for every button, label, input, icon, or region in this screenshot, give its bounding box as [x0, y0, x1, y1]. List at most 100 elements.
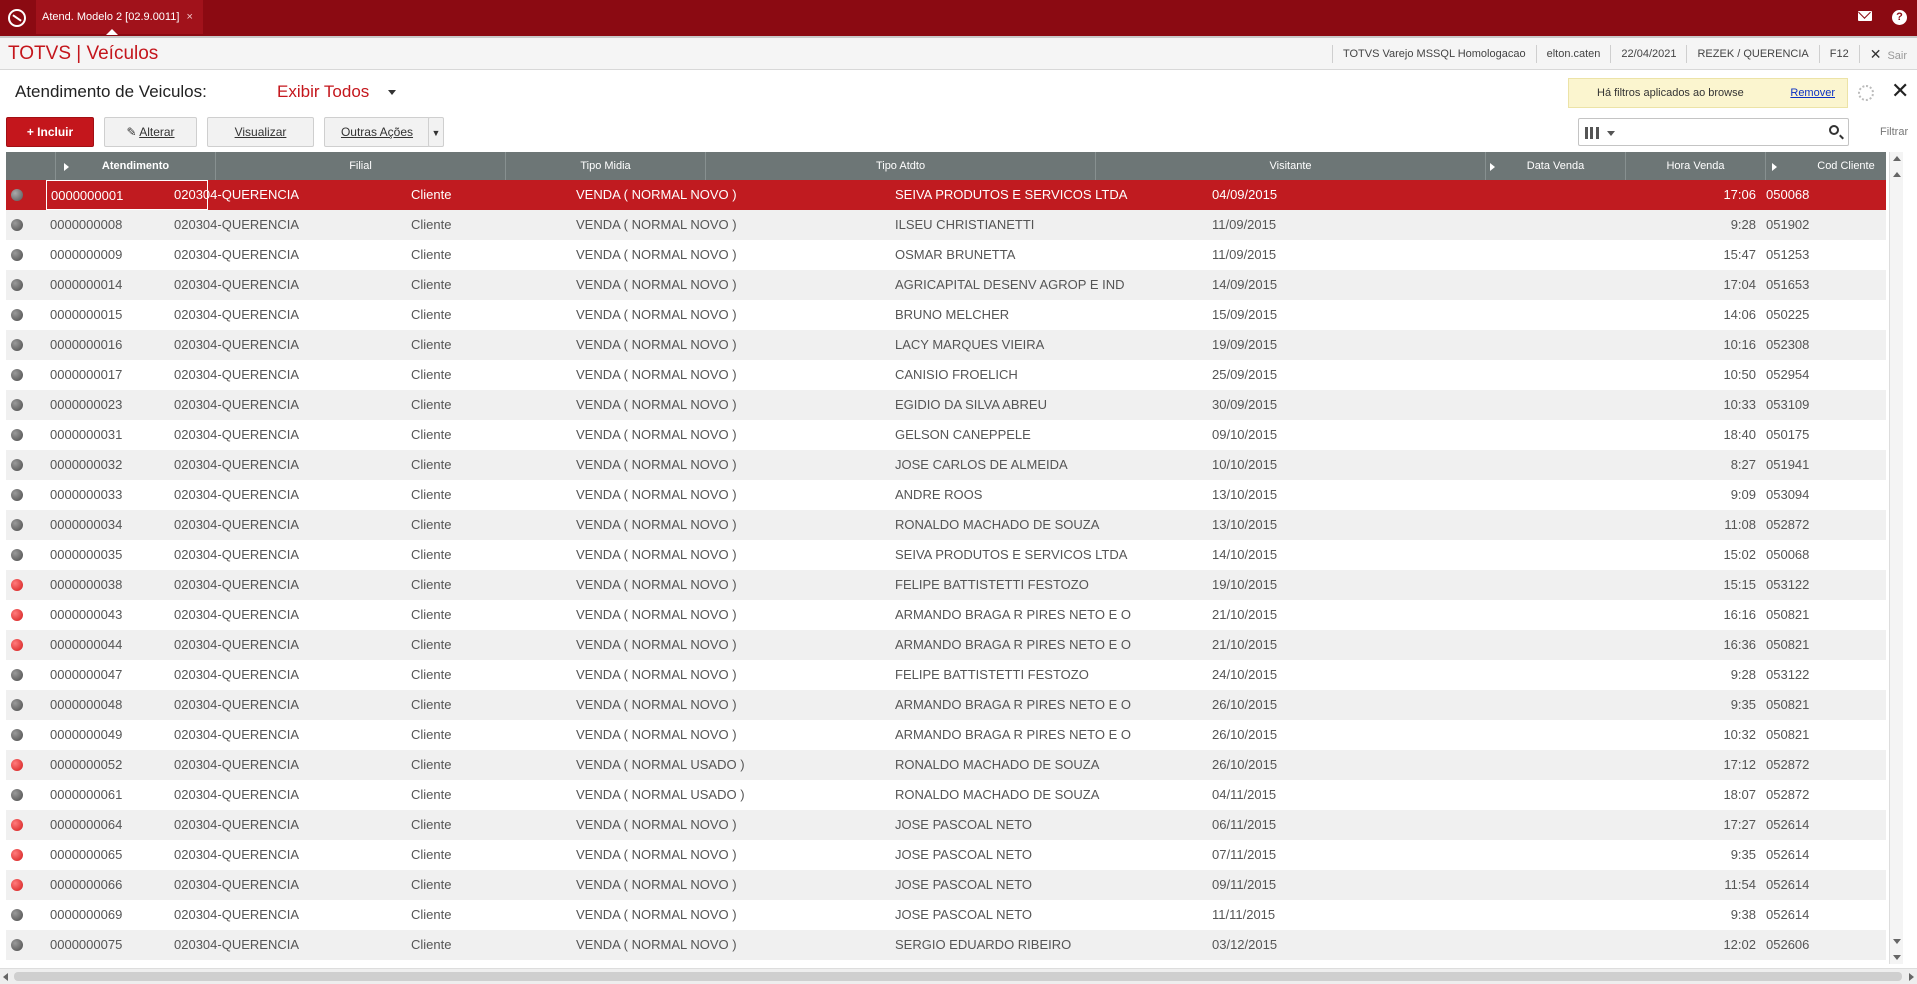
table-row[interactable]: 0000000017 020304-QUERENCIA Cliente VENDA (…: [6, 360, 1886, 390]
table-row[interactable]: 0000000031 020304-QUERENCIA Cliente VENDA (…: [6, 420, 1886, 450]
scroll-right-icon[interactable]: [1909, 973, 1914, 981]
table-row[interactable]: 0000000033 020304-QUERENCIA Cliente VENDA (…: [6, 480, 1886, 510]
cell-hora: 9:09: [1730, 487, 1756, 502]
vertical-scrollbar[interactable]: [1889, 152, 1903, 964]
cell-filial: 020304-QUERENCIA: [174, 277, 299, 292]
table-row[interactable]: 0000000069 020304-QUERENCIA Cliente VENDA (…: [6, 900, 1886, 930]
column-selector[interactable]: [1578, 118, 1618, 146]
cell-visitante: ARMANDO BRAGA R PIRES NETO E O: [895, 697, 1131, 712]
table-row[interactable]: 0000000064 020304-QUERENCIA Cliente VENDA (…: [6, 810, 1886, 840]
cell-visitante: ILSEU CHRISTIANETTI: [895, 217, 1035, 232]
table-row[interactable]: 0000000047 020304-QUERENCIA Cliente VENDA (…: [6, 660, 1886, 690]
scroll-page-down-icon[interactable]: [1893, 939, 1901, 944]
table-row[interactable]: 0000000038 020304-QUERENCIA Cliente VENDA (…: [6, 570, 1886, 600]
table-row[interactable]: 0000000065 020304-QUERENCIA Cliente VENDA (…: [6, 840, 1886, 870]
table-row[interactable]: 0000000049 020304-QUERENCIA Cliente VENDA (…: [6, 720, 1886, 750]
search-icon[interactable]: [1829, 125, 1839, 135]
table-row[interactable]: 0000000035 020304-QUERENCIA Cliente VENDA (…: [6, 540, 1886, 570]
more-actions-dropdown[interactable]: ▼: [428, 117, 444, 147]
gear-icon[interactable]: [1858, 85, 1874, 101]
chevron-down-icon[interactable]: [388, 90, 396, 95]
scroll-page-up-icon[interactable]: [1893, 172, 1901, 177]
table-row[interactable]: 0000000052 020304-QUERENCIA Cliente VENDA (…: [6, 750, 1886, 780]
help-icon[interactable]: ?: [1892, 10, 1907, 25]
mail-icon[interactable]: [1858, 11, 1872, 21]
scroll-up-icon[interactable]: [1893, 156, 1901, 161]
chevron-down-icon: [1607, 131, 1615, 136]
cell-hora: 16:16: [1723, 607, 1756, 622]
column-tipo-midia-header[interactable]: Tipo Midia: [506, 152, 706, 180]
cell-atdto: VENDA ( NORMAL NOVO ): [576, 907, 737, 922]
view-button[interactable]: Visualizar: [207, 117, 314, 147]
cell-midia: Cliente: [411, 697, 452, 712]
table-row[interactable]: 0000000008 020304-QUERENCIA Cliente VENDA (…: [6, 210, 1886, 240]
add-button[interactable]: + Incluir: [6, 117, 94, 147]
totvs-logo-icon[interactable]: [8, 9, 26, 27]
column-hora-venda-header[interactable]: Hora Venda: [1626, 152, 1766, 180]
table-row[interactable]: 0000000043 020304-QUERENCIA Cliente VENDA (…: [6, 600, 1886, 630]
company-label[interactable]: REZEK / QUERENCIA: [1686, 45, 1818, 63]
exit-button[interactable]: ✕ Sair: [1858, 45, 1917, 63]
column-atendimento-header[interactable]: Atendimento: [56, 152, 216, 180]
table-row[interactable]: 0000000023 020304-QUERENCIA Cliente VENDA (…: [6, 390, 1886, 420]
cell-cliente: 053122: [1766, 577, 1810, 592]
filter-button[interactable]: Filtrar: [1880, 126, 1908, 138]
table-row[interactable]: 0000000066 020304-QUERENCIA Cliente VENDA (…: [6, 870, 1886, 900]
table-row[interactable]: 0000000032 020304-QUERENCIA Cliente VENDA (…: [6, 450, 1886, 480]
scroll-down-icon[interactable]: [1893, 955, 1901, 960]
column-status-header[interactable]: [6, 152, 56, 180]
cell-atdto: VENDA ( NORMAL NOVO ): [576, 427, 737, 442]
more-actions-button[interactable]: Outras Ações: [324, 117, 430, 147]
table-row[interactable]: 0000000015 020304-QUERENCIA Cliente VENDA (…: [6, 300, 1886, 330]
table-row[interactable]: 0000000044 020304-QUERENCIA Cliente VENDA (…: [6, 630, 1886, 660]
column-cod-cliente-header[interactable]: Cod Cliente: [1766, 152, 1886, 180]
view-selector[interactable]: Exibir Todos: [277, 82, 369, 102]
cell-atdto: VENDA ( NORMAL NOVO ): [576, 577, 737, 592]
edit-button[interactable]: ✎ Alterar: [104, 117, 197, 147]
search-input[interactable]: [1617, 118, 1849, 146]
table-row[interactable]: 0000000034 020304-QUERENCIA Cliente VENDA (…: [6, 510, 1886, 540]
table-row[interactable]: 0000000001 020304-QUERENCIA Cliente VENDA (…: [6, 180, 1886, 210]
cell-data: 11/11/2015: [1212, 907, 1276, 922]
cell-hora: 12:02: [1723, 937, 1756, 952]
cell-data: 03/12/2015: [1212, 937, 1278, 952]
table-row[interactable]: 0000000014 020304-QUERENCIA Cliente VENDA (…: [6, 270, 1886, 300]
column-filial-header[interactable]: Filial: [216, 152, 506, 180]
horizontal-scrollbar[interactable]: [0, 968, 1917, 984]
cell-hora: 11:08: [1724, 517, 1756, 532]
scroll-left-icon[interactable]: [3, 973, 8, 981]
cell-visitante: RONALDO MACHADO DE SOUZA: [895, 757, 1100, 772]
cell-cliente: 052872: [1766, 517, 1810, 532]
tab-atend-modelo-2[interactable]: Atend. Modelo 2 [02.9.0011] ×: [36, 0, 203, 35]
table-row[interactable]: 0000000009 020304-QUERENCIA Cliente VENDA (…: [6, 240, 1886, 270]
cell-atdto: VENDA ( NORMAL NOVO ): [576, 607, 737, 622]
table-row[interactable]: 0000000016 020304-QUERENCIA Cliente VENDA (…: [6, 330, 1886, 360]
cell-cliente: 052954: [1766, 367, 1810, 382]
remove-filter-link[interactable]: Remover: [1790, 87, 1835, 99]
table-row[interactable]: 0000000061 020304-QUERENCIA Cliente VENDA (…: [6, 780, 1886, 810]
cell-cliente: 051253: [1766, 247, 1810, 262]
cell-filial: 020304-QUERENCIA: [174, 367, 299, 382]
cell-data: 30/09/2015: [1212, 397, 1278, 412]
column-tipo-atdto-header[interactable]: Tipo Atdto: [706, 152, 1096, 180]
close-icon[interactable]: ✕: [1891, 78, 1909, 104]
sort-arrow-icon: [1772, 163, 1777, 171]
cell-filial: 020304-QUERENCIA: [174, 817, 299, 832]
cell-visitante: ARMANDO BRAGA R PIRES NETO E O: [895, 607, 1131, 622]
cell-data: 26/10/2015: [1212, 757, 1278, 772]
table-row[interactable]: 0000000075 020304-QUERENCIA Cliente VENDA (…: [6, 930, 1886, 960]
cell-cliente: 053122: [1766, 667, 1810, 682]
scroll-thumb[interactable]: [14, 972, 1902, 981]
table-row[interactable]: 0000000048 020304-QUERENCIA Cliente VENDA (…: [6, 690, 1886, 720]
column-data-venda-header[interactable]: Data Venda: [1486, 152, 1626, 180]
cell-hora: 10:50: [1723, 367, 1756, 382]
cell-midia: Cliente: [411, 577, 452, 592]
close-icon: ✕: [1869, 46, 1882, 62]
column-visitante-header[interactable]: Visitante: [1096, 152, 1486, 180]
cell-data: 04/11/2015: [1212, 787, 1277, 802]
shortcut-label[interactable]: F12: [1818, 45, 1859, 63]
tab-close-icon[interactable]: ×: [186, 11, 192, 23]
cell-cliente: 052614: [1766, 817, 1810, 832]
cell-midia: Cliente: [411, 727, 452, 742]
cell-filial: 020304-QUERENCIA: [174, 187, 299, 202]
